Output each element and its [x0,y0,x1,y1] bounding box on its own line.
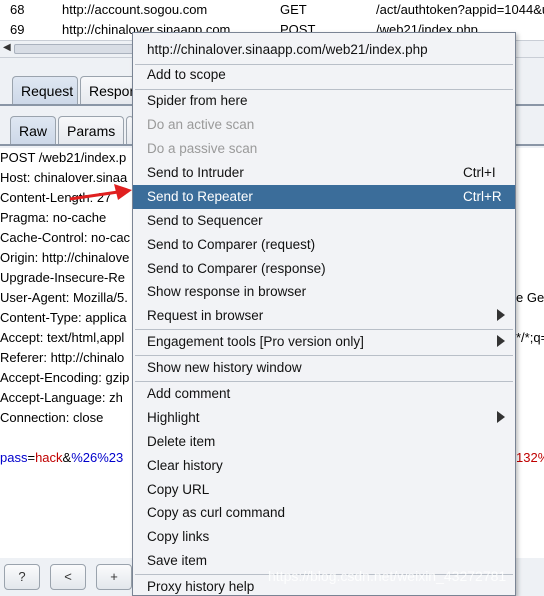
menu-item-copy-as-curl[interactable]: Copy as curl command [133,501,515,525]
param-value: hack [35,450,63,465]
annotation-arrow-icon [69,184,132,201]
menu-item-active-scan: Do an active scan [147,117,255,132]
param-name: pass [0,450,28,465]
menu-item-add-comment[interactable]: Add comment [133,382,515,406]
header-line: Accept-Language: zh [0,390,123,405]
menu-item-delete-item[interactable]: Delete item [133,430,515,454]
row-method: GET [280,2,307,17]
header-line: Accept-Encoding: gzip [0,370,130,385]
header-line: Origin: http://chinalove [0,250,130,265]
submenu-arrow-icon [497,335,505,347]
header-line-tail: */*;q= [516,330,544,345]
menu-item-send-to-comparer-request[interactable]: Send to Comparer (request) [133,233,515,257]
shortcut-label: Ctrl+I [463,165,496,180]
request-body: pass=hack&%26%23 [0,450,123,470]
menu-item-send-to-sequencer[interactable]: Send to Sequencer [133,209,515,233]
menu-item-copy-url[interactable]: Copy URL [133,478,515,502]
previous-button[interactable]: < [50,564,86,590]
tab-params[interactable]: Params [58,116,124,144]
help-button[interactable]: ? [4,564,40,590]
menu-item-send-to-intruder[interactable]: Send to Intruder Ctrl+I [133,161,515,185]
tab-raw[interactable]: Raw [10,116,56,144]
request-line: POST /web21/index.p [0,150,127,165]
shortcut-label: Ctrl+R [463,189,502,204]
header-line: User-Agent: Mozilla/5. [0,290,128,305]
menu-item-passive-scan: Do a passive scan [147,141,258,156]
menu-header-url: http://chinalover.sinaapp.com/web21/inde… [147,42,428,57]
next-button[interactable]: + [96,564,132,590]
header-line: Content-Type: applica [0,310,127,325]
header-line-tail: e Gec [516,290,544,305]
menu-item-send-to-comparer-response[interactable]: Send to Comparer (response) [133,257,515,281]
header-line: Accept: text/html,appl [0,330,125,345]
tab-request[interactable]: Request [12,76,78,104]
header-line: Pragma: no-cache [0,210,107,225]
header-line: Cache-Control: no-cac [0,230,131,245]
request-body-tail: 132% [516,450,544,465]
menu-item-add-to-scope[interactable]: Add to scope [133,63,515,87]
header-line: Connection: close [0,410,104,425]
row-host: http://account.sogou.com [62,2,208,17]
context-menu: http://chinalover.sinaapp.com/web21/inde… [132,32,516,596]
menu-item-copy-links[interactable]: Copy links [133,525,515,549]
table-row[interactable]: 68 http://account.sogou.com GET /act/aut… [0,0,544,20]
row-url: /act/authtoken?appid=1044&user [376,2,544,17]
param-separator: & [62,450,72,465]
menu-item-clear-history[interactable]: Clear history [133,454,515,478]
menu-item-show-response-in-browser[interactable]: Show response in browser [133,280,515,304]
scrollbar-thumb[interactable] [14,44,134,54]
submenu-arrow-icon [497,411,505,423]
menu-item-spider-from-here[interactable]: Spider from here [133,89,515,113]
scroll-left-icon[interactable]: ◀ [3,42,11,53]
watermark-text: https://blog.csdn.net/weixin_43272781 [268,568,507,584]
menu-item-highlight[interactable]: Highlight [133,406,515,430]
menu-item-request-in-browser[interactable]: Request in browser [133,304,515,328]
header-line: Referer: http://chinalo [0,350,125,365]
param-encoded: %26%23 [71,450,124,465]
param-equals: = [27,450,36,465]
tab-response[interactable]: Response [80,76,140,104]
menu-item-engagement-tools[interactable]: Engagement tools [Pro version only] [133,330,515,354]
header-line: Upgrade-Insecure-Re [0,270,126,285]
submenu-arrow-icon [497,309,505,321]
menu-item-send-to-repeater[interactable]: Send to Repeater Ctrl+R [133,185,515,209]
menu-item-show-new-history-window[interactable]: Show new history window [133,356,515,380]
row-number: 69 [10,22,25,37]
row-number: 68 [10,2,25,17]
